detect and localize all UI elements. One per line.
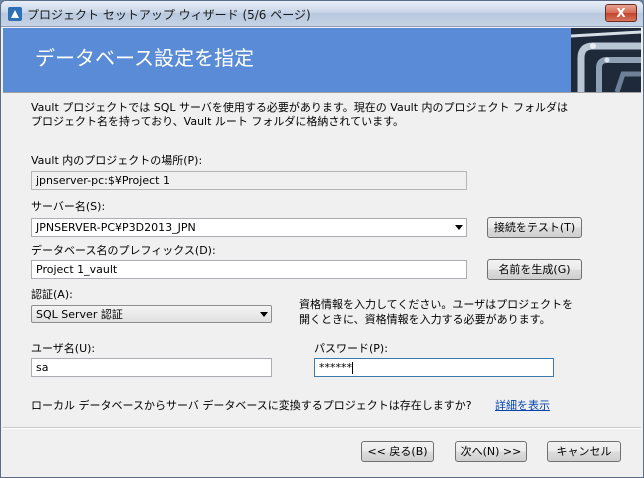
- convert-question: ローカル データベースからサーバ データベースに変換するプロジェクトは存在します…: [31, 399, 472, 412]
- chevron-down-icon[interactable]: [455, 225, 463, 230]
- project-location-label: Vault 内のプロジェクトの場所(P):: [31, 154, 203, 167]
- description-line-2: プロジェクト名を持っており、Vault ルート フォルダに格納されています。: [31, 115, 404, 128]
- text-cursor: [352, 362, 353, 374]
- footer-divider-highlight: [3, 428, 641, 429]
- close-button[interactable]: X: [605, 4, 637, 22]
- window-title: プロジェクト セットアップ ウィザード (5/6 ページ): [27, 8, 311, 22]
- project-location-field: jpnserver-pc:$¥Project 1: [31, 171, 467, 190]
- header-banner: データベース設定を指定: [3, 28, 641, 92]
- banner-divider: [3, 92, 641, 93]
- auth-label: 認証(A):: [31, 288, 73, 301]
- username-label: ユーザ名(U):: [31, 342, 96, 355]
- auth-hint-line-2: 開くときに、資格情報を入力する必要があります。: [299, 313, 551, 326]
- auth-hint-line-1: 資格情報を入力してください。ユーザはプロジェクトを: [299, 298, 574, 311]
- auth-combo[interactable]: SQL Server 認証: [31, 305, 272, 323]
- generate-name-button[interactable]: 名前を生成(G): [487, 259, 582, 280]
- auth-value: SQL Server 認証: [36, 308, 123, 321]
- db-prefix-field[interactable]: Project 1_vault: [31, 260, 467, 279]
- password-mask: ******: [319, 361, 352, 374]
- description-line-1: Vault プロジェクトでは SQL サーバを使用する必要があります。現在の V…: [31, 101, 569, 114]
- password-label: パスワード(P):: [314, 342, 388, 355]
- username-field[interactable]: sa: [31, 358, 272, 377]
- server-name-combo[interactable]: JPNSERVER-PC¥P3D2013_JPN: [31, 218, 467, 237]
- password-field[interactable]: ******: [314, 358, 554, 377]
- title-bar[interactable]: プロジェクト セットアップ ウィザード (5/6 ページ) X: [1, 1, 643, 27]
- page-title: データベース設定を指定: [35, 46, 254, 70]
- db-prefix-label: データベース名のプレフィックス(D):: [31, 244, 216, 257]
- chevron-down-icon[interactable]: [260, 312, 268, 317]
- server-name-label: サーバー名(S):: [31, 200, 106, 213]
- show-details-link[interactable]: 詳細を表示: [495, 397, 550, 413]
- next-button[interactable]: 次へ(N) >>: [455, 441, 527, 462]
- back-button[interactable]: << 戻る(B): [361, 441, 434, 462]
- wizard-window: プロジェクト セットアップ ウィザード (5/6 ページ) X データベース設定…: [0, 0, 644, 478]
- close-icon: X: [616, 6, 626, 20]
- auth-hint: 資格情報を入力してください。ユーザはプロジェクトを 開くときに、資格情報を入力す…: [299, 297, 573, 327]
- test-connection-button[interactable]: 接続をテスト(T): [487, 217, 582, 238]
- pipes-image: [571, 28, 641, 92]
- description-text: Vault プロジェクトでは SQL サーバを使用する必要があります。現在の V…: [31, 101, 568, 129]
- cancel-button[interactable]: キャンセル: [547, 441, 621, 462]
- server-name-value: JPNSERVER-PC¥P3D2013_JPN: [36, 221, 196, 234]
- app-icon: [8, 7, 22, 21]
